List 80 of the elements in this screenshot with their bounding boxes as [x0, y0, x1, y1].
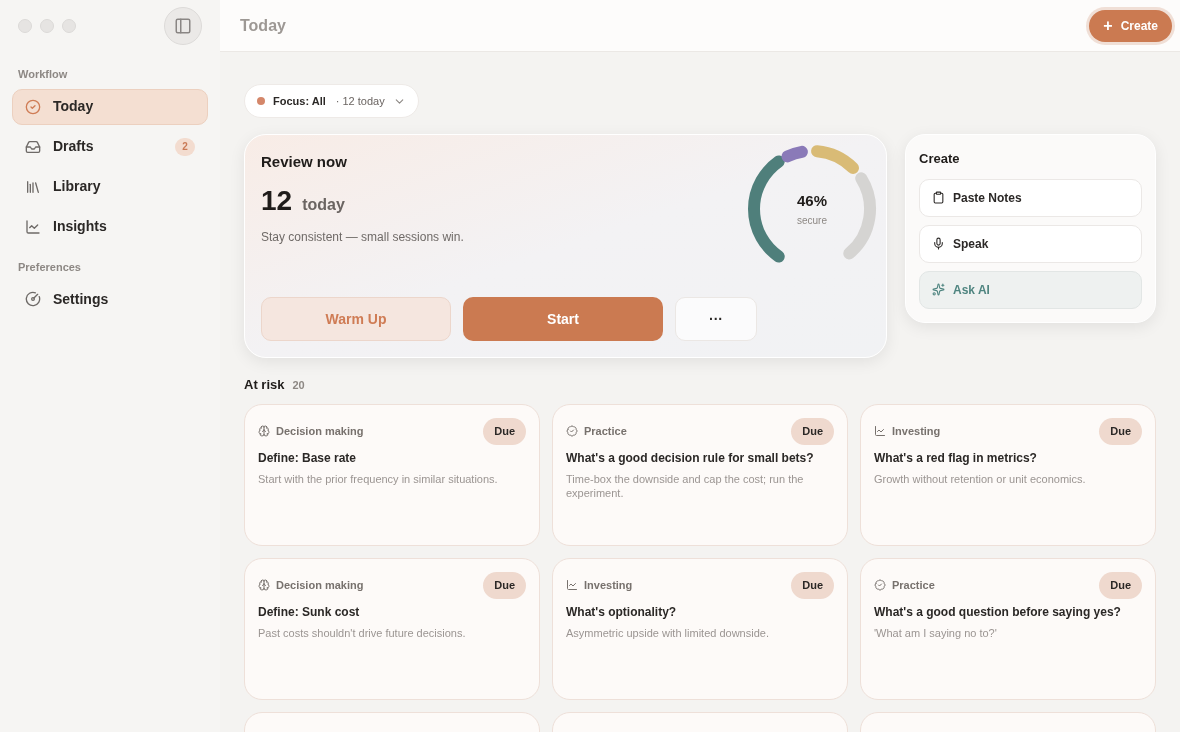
due-badge: Due — [1099, 417, 1142, 445]
chart-icon — [566, 579, 578, 591]
brain-icon — [258, 425, 270, 437]
card-answer: 'What am I saying no to?' — [874, 625, 998, 640]
count-badge: 2 — [175, 137, 195, 156]
card-answer: Asymmetric upside with limited downside. — [566, 625, 770, 640]
section-count: 20 — [292, 378, 305, 393]
window-control[interactable] — [18, 19, 32, 33]
sidebar-item[interactable]: Drafts 2 — [12, 128, 208, 165]
focus-count: · 12 today — [335, 93, 385, 109]
question-card[interactable]: Investing Due What's optionality? Asymmetric upside with limited downside. — [552, 557, 848, 700]
category-label: Decision making — [276, 423, 365, 439]
page-title: Today — [240, 15, 286, 36]
question-card[interactable]: Decision making Due Define: Base rate Start with the prior frequency in similar situations. — [244, 403, 540, 546]
question-card[interactable]: Practice Due What's a good question before saying yes? 'What am I saying no to?' — [860, 557, 1156, 700]
review-count: 12 — [261, 183, 293, 218]
sidebar-label: Drafts — [53, 137, 95, 156]
category-label: Decision making — [276, 577, 365, 593]
panel-title: Create — [919, 150, 961, 168]
create-option-button[interactable]: Speak — [919, 224, 1142, 263]
card-answer: Growth without retention or unit economics. — [874, 471, 1087, 486]
category-label: Practice — [584, 423, 628, 439]
due-badge: Due — [1099, 571, 1142, 599]
focus-filter-button[interactable]: Focus: All · 12 today — [244, 84, 419, 118]
count-unit: today — [302, 194, 345, 215]
card-answer: Start with the prior frequency in similar situations. — [258, 471, 499, 486]
category-label: Investing — [892, 423, 942, 439]
window-control[interactable] — [62, 19, 76, 33]
gauge-label: secure — [797, 213, 827, 228]
question-card[interactable]: Decision making Due Define: Sunk cost Past costs shouldn't drive future decisions. — [244, 557, 540, 700]
card-question: What's optionality? — [566, 603, 678, 621]
focus-label: Focus: All — [273, 93, 326, 109]
sidebar-label: Today — [53, 97, 95, 116]
plus-icon: + — [1103, 17, 1113, 34]
check-circle-icon — [25, 98, 41, 115]
card-question: Define: Base rate — [258, 449, 358, 467]
card-title: Review now — [261, 152, 348, 172]
sidebar-item[interactable]: Settings — [12, 281, 208, 317]
gauge-icon — [25, 291, 41, 307]
due-badge: Due — [791, 417, 834, 445]
sidebar-toggle-button[interactable] — [164, 7, 202, 45]
due-badge: Due — [791, 571, 834, 599]
category-label: Practice — [892, 577, 936, 593]
inbox-icon — [25, 138, 41, 155]
sidebar-item[interactable]: Insights — [12, 208, 208, 245]
card-answer: Time-box the downside and cap the cost; run the experiment. — [566, 471, 805, 500]
more-button[interactable]: ··· — [675, 297, 757, 341]
category-label: Investing — [584, 577, 634, 593]
card-question: What's a good question before saying yes? — [874, 603, 1122, 621]
gauge-value: 46% — [797, 191, 827, 212]
microphone-icon — [932, 237, 945, 250]
card-question: What's a good decision rule for small bets? — [566, 449, 815, 467]
badge-check-icon — [566, 425, 578, 437]
chart-icon — [874, 425, 886, 437]
sidebar-label: Insights — [53, 217, 108, 236]
sidebar-icon — [174, 17, 192, 35]
clipboard-icon — [932, 191, 945, 204]
brain-icon — [258, 579, 270, 591]
card-subtitle: Stay consistent — small sessions win. — [261, 228, 465, 246]
card-question: What's a red flag in metrics? — [874, 449, 1038, 467]
sidebar-label: Library — [53, 177, 102, 196]
sidebar-item[interactable]: Today — [12, 88, 208, 125]
section-title: At risk — [244, 376, 285, 394]
window-control[interactable] — [40, 19, 54, 33]
sidebar-item[interactable]: Library — [12, 168, 208, 205]
question-card[interactable]: Practice Due What's a good decision rule for small bets? Time-box the downside and cap the cost; run the experiment. — [552, 403, 848, 546]
sparkles-icon — [932, 283, 945, 296]
due-badge: Due — [483, 417, 526, 445]
question-card[interactable]: Investing Due What's a red flag in metrics? Growth without retention or unit economics. — [860, 403, 1156, 546]
sidebar-label: Settings — [53, 289, 110, 309]
section-heading: Workflow — [17, 67, 69, 82]
books-icon — [25, 178, 41, 195]
create-option-button[interactable]: Ask AI — [919, 270, 1142, 309]
create-option-button[interactable]: Paste Notes — [919, 178, 1142, 217]
card-answer: Past costs shouldn't drive future decisions. — [258, 625, 467, 640]
section-heading: Preferences — [17, 259, 82, 275]
due-badge: Due — [483, 571, 526, 599]
card-question: Define: Sunk cost — [258, 603, 361, 621]
chart-icon — [25, 218, 41, 235]
badge-check-icon — [874, 579, 886, 591]
